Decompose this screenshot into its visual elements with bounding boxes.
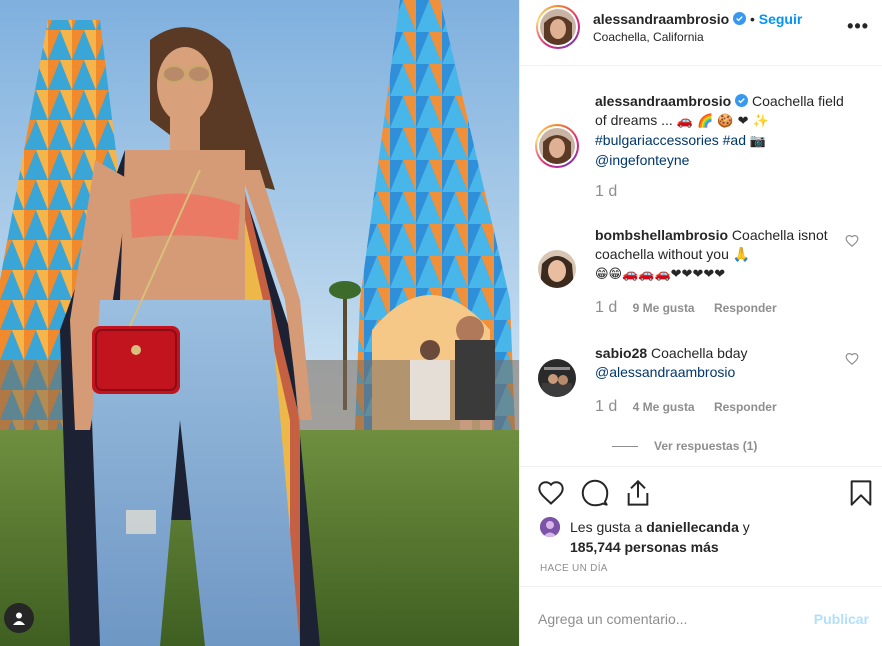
replies-divider	[612, 446, 638, 448]
comment-like-heart-icon[interactable]	[845, 352, 859, 366]
likes-count[interactable]: 185,744 personas más	[570, 539, 719, 555]
comment-time[interactable]: 1 d	[595, 398, 617, 415]
likes-prefix: Les gusta a	[570, 519, 647, 535]
comment-avatar[interactable]	[538, 250, 576, 288]
comments-list: alessandraambrosio Coachella field of dr…	[520, 67, 882, 465]
post-photo[interactable]	[0, 0, 519, 646]
share-icon[interactable]	[624, 479, 652, 507]
comment-like-heart-icon[interactable]	[845, 234, 859, 248]
caption-meta: 1 d	[595, 183, 629, 201]
mention-link[interactable]: @ingefonteyne	[595, 152, 689, 168]
publish-button[interactable]: Publicar	[814, 611, 869, 627]
comment-likes[interactable]: 4 Me gusta	[633, 400, 695, 414]
caption-emojis: 🚗 🌈 🍪 ❤ ✨	[676, 114, 769, 129]
heart-icon[interactable]	[537, 479, 565, 507]
instagram-post-view: alessandraambrosio • Seguir Coachella, C…	[0, 0, 882, 646]
post-header: alessandraambrosio • Seguir Coachella, C…	[520, 0, 882, 66]
view-replies-button[interactable]: Ver respuestas (1)	[612, 439, 757, 453]
follow-button[interactable]: Seguir	[759, 11, 803, 27]
add-comment-bar: Agrega un comentario... Publicar	[520, 586, 882, 646]
comment-time[interactable]: 1 d	[595, 299, 617, 316]
more-options-icon[interactable]: •••	[847, 16, 869, 37]
user-tag-icon	[13, 612, 25, 625]
view-replies-label: Ver respuestas (1)	[654, 439, 758, 453]
verified-badge-icon	[735, 94, 749, 107]
post-image	[0, 0, 519, 646]
comment-text: sabio28 Coachella bday @alessandraambros…	[595, 344, 845, 382]
comment-emojis: 😁😁🚗🚗🚗❤❤❤❤❤	[595, 267, 726, 282]
comment-avatar[interactable]	[538, 359, 576, 397]
post-location[interactable]: Coachella, California	[593, 30, 704, 44]
comment-icon[interactable]	[581, 479, 609, 507]
author-avatar[interactable]	[536, 5, 580, 49]
camera-emoji: 📷	[749, 134, 767, 149]
liker-avatar[interactable]	[540, 517, 560, 537]
comment-username[interactable]: sabio28	[595, 345, 647, 361]
comment-username[interactable]: bombshellambrosio	[595, 227, 728, 243]
hashtag-link[interactable]: #bulgariaccessories	[595, 132, 719, 148]
user-tag-button[interactable]	[4, 603, 34, 633]
caption-time[interactable]: 1 d	[595, 183, 617, 200]
verified-badge-icon	[733, 12, 747, 25]
caption-username[interactable]: alessandraambrosio	[595, 93, 731, 109]
comment-meta: 1 d 4 Me gusta Responder	[595, 398, 793, 416]
author-line: alessandraambrosio • Seguir	[593, 11, 802, 27]
likes-text: Les gusta a daniellecanda y 185,744 pers…	[570, 517, 790, 557]
comment-text: bombshellambrosio Coachella isnot coache…	[595, 226, 845, 284]
bookmark-icon[interactable]	[847, 479, 875, 507]
reply-button[interactable]: Responder	[714, 400, 777, 414]
post-time[interactable]: HACE UN DÍA	[540, 563, 608, 574]
follow-separator: •	[749, 11, 755, 27]
likes-and: y	[738, 519, 750, 535]
liker-username[interactable]: daniellecanda	[646, 519, 739, 535]
author-username[interactable]: alessandraambrosio	[593, 11, 729, 27]
caption-avatar[interactable]	[535, 124, 579, 168]
comment-input[interactable]: Agrega un comentario...	[538, 611, 687, 627]
post-side-panel: alessandraambrosio • Seguir Coachella, C…	[519, 0, 882, 646]
caption-text: alessandraambrosio Coachella field of dr…	[595, 92, 845, 170]
comment-meta: 1 d 9 Me gusta Responder	[595, 299, 793, 317]
comment-body: Coachella bday	[651, 345, 748, 361]
reply-button[interactable]: Responder	[714, 301, 777, 315]
post-actions: Les gusta a daniellecanda y 185,744 pers…	[520, 466, 882, 586]
hashtag-link[interactable]: #ad	[723, 132, 746, 148]
mention-link[interactable]: @alessandraambrosio	[595, 364, 735, 380]
comment-likes[interactable]: 9 Me gusta	[633, 301, 695, 315]
